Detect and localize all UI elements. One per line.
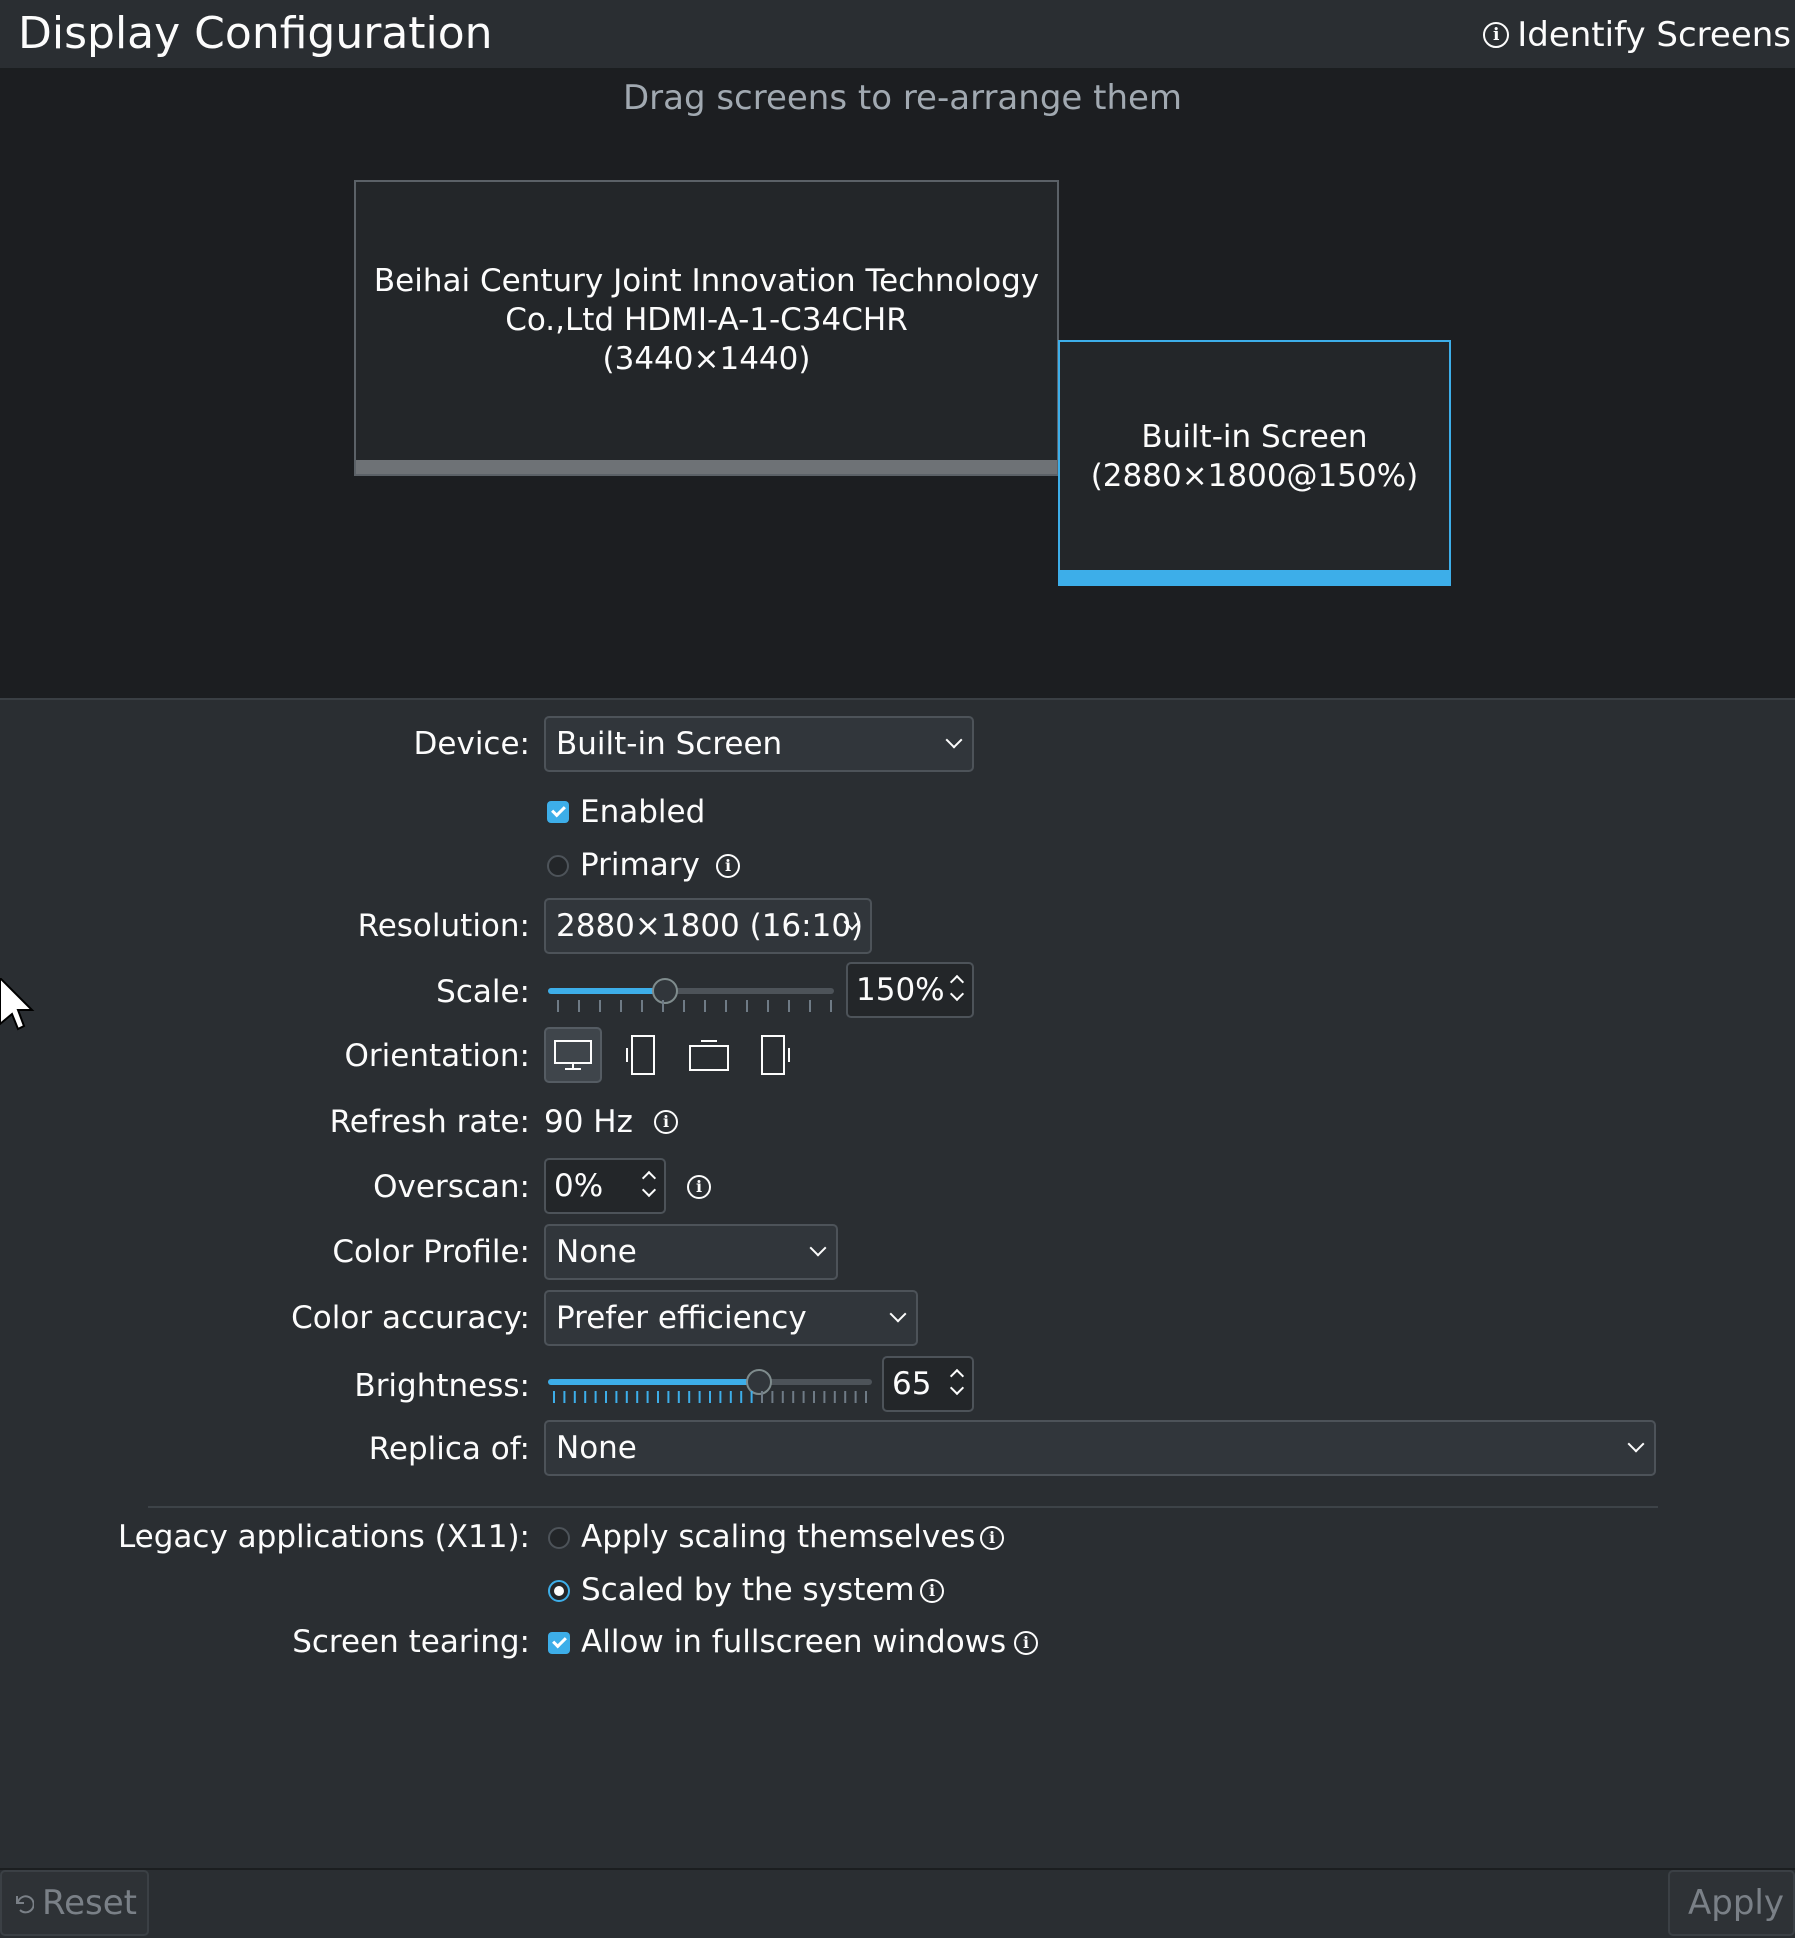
- orientation-portrait-right-button[interactable]: [746, 1027, 804, 1083]
- resolution-combobox[interactable]: 2880×1800 (16:10): [544, 898, 872, 954]
- scale-label: Scale:: [436, 974, 530, 1010]
- portrait-right-icon: [761, 1035, 790, 1075]
- refresh-rate-info-icon[interactable]: i: [654, 1110, 678, 1134]
- color-accuracy-value: Prefer efficiency: [556, 1300, 807, 1336]
- resolution-value: 2880×1800 (16:10): [556, 908, 864, 944]
- screen-arrangement-area[interactable]: Drag screens to re-arrange them Beihai C…: [0, 70, 1795, 700]
- resolution-label: Resolution:: [357, 908, 530, 944]
- screen-builtin-selection-bar: [1060, 570, 1449, 584]
- overscan-info-icon[interactable]: i: [687, 1175, 711, 1199]
- color-accuracy-label: Color accuracy:: [291, 1300, 530, 1336]
- overscan-spinbox[interactable]: 0%: [544, 1158, 666, 1214]
- overscan-value: 0%: [554, 1168, 604, 1204]
- spin-arrows-icon: [641, 1167, 657, 1201]
- identify-screens-label: Identify Screens: [1517, 15, 1791, 55]
- primary-label: Primary: [580, 847, 700, 883]
- enabled-label: Enabled: [580, 794, 706, 830]
- page-title: Display Configuration: [18, 8, 493, 59]
- portrait-left-icon: [626, 1035, 655, 1075]
- reset-label: Reset: [42, 1883, 137, 1923]
- apply-label: Apply: [1688, 1883, 1784, 1923]
- orientation-landscape-button[interactable]: [544, 1027, 602, 1083]
- apply-scaling-themselves-radio[interactable]: [548, 1527, 570, 1549]
- apply-scaling-themselves-label: Apply scaling themselves: [581, 1519, 976, 1555]
- overscan-label: Overscan:: [373, 1169, 530, 1205]
- separator: [148, 1506, 1658, 1508]
- chevron-down-icon: [809, 1239, 827, 1257]
- chevron-down-icon: [889, 1305, 907, 1323]
- color-profile-label: Color Profile:: [332, 1234, 530, 1270]
- screen-external-label: Beihai Century Joint Innovation Technolo…: [373, 263, 1040, 377]
- scale-slider-ticks: [557, 1000, 832, 1012]
- scaled-by-system-label: Scaled by the system: [581, 1572, 915, 1608]
- orientation-landscape-flipped-button[interactable]: [680, 1027, 738, 1083]
- spin-arrows-icon: [949, 971, 965, 1005]
- undo-icon: [16, 1895, 34, 1914]
- scale-spinbox[interactable]: 150%: [846, 962, 974, 1018]
- brightness-slider-fill: [548, 1379, 759, 1385]
- landscape-flipped-icon: [689, 1040, 729, 1071]
- screen-external-bar: [356, 460, 1057, 474]
- footer: [0, 1868, 1795, 1938]
- enabled-checkbox[interactable]: [547, 801, 569, 823]
- refresh-rate-label: Refresh rate:: [329, 1104, 530, 1140]
- color-profile-value: None: [556, 1234, 637, 1270]
- landscape-icon: [554, 1040, 592, 1070]
- replica-label: Replica of:: [368, 1431, 530, 1467]
- brightness-spinbox[interactable]: 65: [882, 1356, 974, 1412]
- mouse-cursor-icon: [0, 978, 35, 1031]
- orientation-label: Orientation:: [344, 1038, 530, 1074]
- color-profile-combobox[interactable]: None: [544, 1224, 838, 1280]
- device-combobox[interactable]: Built-in Screen: [544, 716, 974, 772]
- allow-tearing-label: Allow in fullscreen windows: [581, 1624, 1007, 1660]
- allow-tearing-checkbox[interactable]: [548, 1632, 570, 1654]
- scaled-by-system-radio[interactable]: [548, 1580, 570, 1602]
- chevron-down-icon: [1627, 1435, 1645, 1453]
- color-accuracy-combobox[interactable]: Prefer efficiency: [544, 1290, 918, 1346]
- reset-button[interactable]: Reset: [0, 1870, 149, 1936]
- screen-builtin-label: Built-in Screen (2880×1800@150%): [1090, 419, 1419, 494]
- brightness-label: Brightness:: [354, 1368, 530, 1404]
- spin-arrows-icon: [949, 1365, 965, 1399]
- primary-info-icon[interactable]: i: [716, 854, 740, 878]
- orientation-portrait-left-button[interactable]: [612, 1027, 670, 1083]
- apply-scaling-info-icon[interactable]: i: [980, 1526, 1004, 1550]
- device-label: Device:: [413, 726, 530, 762]
- scale-slider-fill: [548, 988, 665, 994]
- refresh-rate-value: 90 Hz: [544, 1104, 633, 1140]
- screen-builtin[interactable]: Built-in Screen (2880×1800@150%): [1058, 340, 1451, 586]
- scale-value: 150%: [856, 972, 945, 1008]
- screen-external-monitor[interactable]: Beihai Century Joint Innovation Technolo…: [354, 180, 1059, 476]
- info-icon: i: [1483, 22, 1510, 48]
- screen-tearing-label: Screen tearing:: [292, 1624, 530, 1660]
- scaled-by-system-info-icon[interactable]: i: [920, 1579, 944, 1603]
- brightness-slider-ticks: [553, 1391, 867, 1403]
- replica-combobox[interactable]: None: [544, 1420, 1656, 1476]
- apply-button[interactable]: Apply: [1668, 1870, 1795, 1936]
- allow-tearing-info-icon[interactable]: i: [1014, 1631, 1038, 1655]
- legacy-apps-label: Legacy applications (X11):: [117, 1519, 530, 1555]
- primary-radio[interactable]: [547, 855, 569, 877]
- drag-hint: Drag screens to re-arrange them: [622, 78, 1183, 118]
- replica-value: None: [556, 1430, 637, 1466]
- chevron-down-icon: [945, 731, 963, 749]
- identify-screens-button[interactable]: i Identify Screens: [1483, 14, 1795, 56]
- device-value: Built-in Screen: [556, 726, 783, 762]
- brightness-value: 65: [892, 1366, 932, 1402]
